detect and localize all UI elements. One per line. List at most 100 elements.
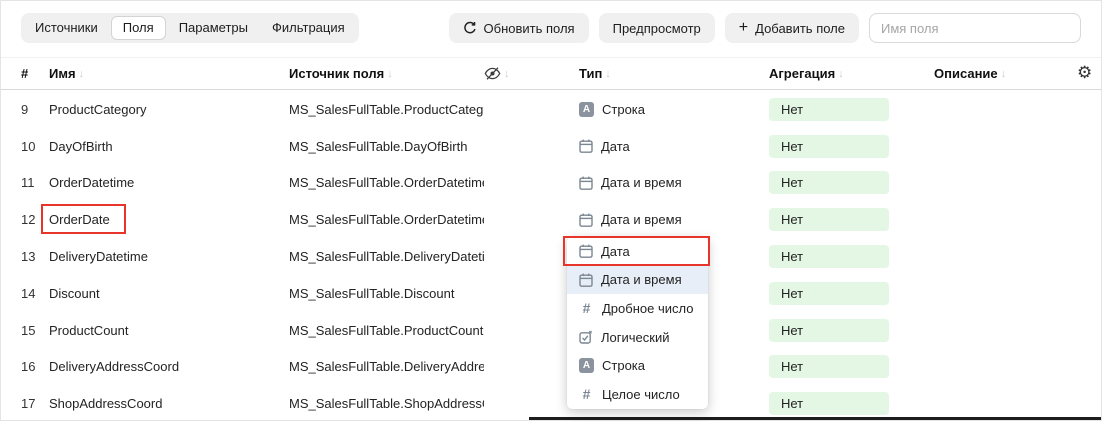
option-label: Целое число [602, 387, 680, 402]
hash-icon: # [579, 300, 594, 316]
plus-icon: + [739, 20, 748, 36]
field-name-input[interactable] [869, 13, 1081, 43]
row-index: 10 [21, 139, 49, 154]
field-name-cell[interactable]: Discount [49, 286, 289, 301]
type-option-boolean[interactable]: Логический [567, 323, 708, 352]
refresh-icon [463, 21, 477, 35]
tab-fields[interactable]: Поля [111, 16, 166, 40]
field-type-cell[interactable]: Дата и время [579, 175, 769, 190]
field-type-label: Строка [602, 102, 645, 117]
type-option-float[interactable]: # Дробное число [567, 294, 708, 323]
aggregation-pill[interactable]: Нет [769, 208, 889, 231]
table-row: 12 OrderDate MS_SalesFullTable.OrderDate… [1, 201, 1101, 238]
type-select-dropdown: Дата Дата и время # Дробное число Логиче… [567, 237, 708, 409]
row-index: 16 [21, 359, 49, 374]
calendar-icon [579, 176, 593, 190]
boolean-icon [579, 330, 593, 344]
type-option-string[interactable]: A Строка [567, 351, 708, 380]
type-option-integer[interactable]: # Целое число [567, 380, 708, 409]
string-type-icon: A [579, 102, 594, 117]
row-index: 11 [21, 175, 49, 190]
table-header: # Имя ↓ Источник поля ↓ ↓ Тип ↓ Агрегаци… [1, 57, 1101, 90]
type-option-date[interactable]: Дата [567, 237, 708, 266]
preview-label: Предпросмотр [613, 21, 701, 36]
sort-icon[interactable]: ↓ [387, 68, 393, 80]
option-label: Строка [602, 358, 645, 373]
aggregation-pill[interactable]: Нет [769, 98, 889, 121]
field-name-cell[interactable]: ProductCount [49, 323, 289, 338]
aggregation-cell: Нет [769, 245, 934, 268]
preview-button[interactable]: Предпросмотр [599, 13, 715, 43]
col-name[interactable]: Имя ↓ [49, 66, 289, 81]
field-name-cell[interactable]: DayOfBirth [49, 139, 289, 154]
sort-icon[interactable]: ↓ [605, 68, 611, 80]
field-source-cell[interactable]: MS_SalesFullTable.ProductCount [289, 323, 484, 338]
sort-icon[interactable]: ↓ [79, 68, 85, 80]
table-row: 9 ProductCategory MS_SalesFullTable.Prod… [1, 91, 1101, 128]
row-index: 17 [21, 396, 49, 411]
aggregation-pill[interactable]: Нет [769, 171, 889, 194]
tab-sources[interactable]: Источники [24, 16, 109, 40]
field-source-cell[interactable]: MS_SalesFullTable.DayOfBirth [289, 139, 484, 154]
field-type-cell[interactable]: Дата [579, 139, 769, 154]
refresh-fields-button[interactable]: Обновить поля [449, 13, 589, 43]
option-label: Дата [601, 244, 630, 259]
field-name-cell[interactable]: ProductCategory [49, 102, 289, 117]
aggregation-pill[interactable]: Нет [769, 135, 889, 158]
field-name: ProductCount [49, 323, 129, 338]
field-source-cell[interactable]: MS_SalesFullTable.DeliveryAddressCoord [289, 359, 484, 374]
field-source-cell[interactable]: MS_SalesFullTable.OrderDatetime [289, 175, 484, 190]
field-type-cell[interactable]: Дата и время [579, 212, 769, 227]
sort-icon[interactable]: ↓ [504, 68, 510, 80]
col-visibility[interactable]: ↓ [484, 66, 579, 81]
col-aggregation[interactable]: Агрегация ↓ [769, 66, 934, 81]
col-description[interactable]: Описание ↓ [934, 66, 1069, 81]
field-name-cell[interactable]: OrderDate [49, 212, 289, 227]
field-name-cell[interactable]: OrderDatetime [49, 175, 289, 190]
col-type[interactable]: Тип ↓ [579, 66, 769, 81]
row-index: 13 [21, 249, 49, 264]
eye-crossed-icon [484, 66, 501, 81]
field-type-cell[interactable]: A Строка [579, 102, 769, 117]
field-name: ShopAddressCoord [49, 396, 162, 411]
row-index: 9 [21, 102, 49, 117]
aggregation-pill[interactable]: Нет [769, 245, 889, 268]
field-source-cell[interactable]: MS_SalesFullTable.ShopAddressCoord [289, 396, 484, 411]
sort-icon[interactable]: ↓ [838, 68, 844, 80]
calendar-icon [579, 273, 593, 287]
option-label: Дробное число [602, 301, 693, 316]
col-settings: ⚙ [1069, 65, 1092, 82]
row-index: 14 [21, 286, 49, 301]
field-name: ProductCategory [49, 102, 147, 117]
field-source-cell[interactable]: MS_SalesFullTable.Discount [289, 286, 484, 301]
field-source-cell[interactable]: MS_SalesFullTable.ProductCategory [289, 102, 484, 117]
aggregation-cell: Нет [769, 135, 934, 158]
field-name: DayOfBirth [49, 139, 113, 154]
aggregation-pill[interactable]: Нет [769, 355, 889, 378]
field-source-cell[interactable]: MS_SalesFullTable.DeliveryDatetime [289, 249, 484, 264]
table-row: 10 DayOfBirth MS_SalesFullTable.DayOfBir… [1, 128, 1101, 165]
type-option-datetime[interactable]: Дата и время [567, 266, 708, 295]
field-name-cell[interactable]: ShopAddressCoord [49, 396, 289, 411]
hash-icon: # [579, 386, 594, 402]
field-source-cell[interactable]: MS_SalesFullTable.OrderDatetime [289, 212, 484, 227]
gear-icon[interactable]: ⚙ [1077, 65, 1092, 82]
add-field-button[interactable]: + Добавить поле [725, 13, 859, 43]
row-index: 15 [21, 323, 49, 338]
table-body: 9 ProductCategory MS_SalesFullTable.Prod… [1, 91, 1101, 422]
tab-parameters[interactable]: Параметры [168, 16, 259, 40]
table-row: 14 Discount MS_SalesFullTable.Discount Н… [1, 275, 1101, 312]
sort-icon[interactable]: ↓ [1001, 68, 1007, 80]
col-source[interactable]: Источник поля ↓ [289, 66, 484, 81]
field-name: DeliveryAddressCoord [49, 359, 179, 374]
field-name: Discount [49, 286, 100, 301]
field-name-cell[interactable]: DeliveryAddressCoord [49, 359, 289, 374]
field-name: OrderDate [49, 212, 110, 227]
tab-filtering[interactable]: Фильтрация [261, 16, 356, 40]
aggregation-pill[interactable]: Нет [769, 392, 889, 415]
aggregation-cell: Нет [769, 171, 934, 194]
aggregation-pill[interactable]: Нет [769, 282, 889, 305]
aggregation-pill[interactable]: Нет [769, 319, 889, 342]
aggregation-cell: Нет [769, 355, 934, 378]
field-name-cell[interactable]: DeliveryDatetime [49, 249, 289, 264]
